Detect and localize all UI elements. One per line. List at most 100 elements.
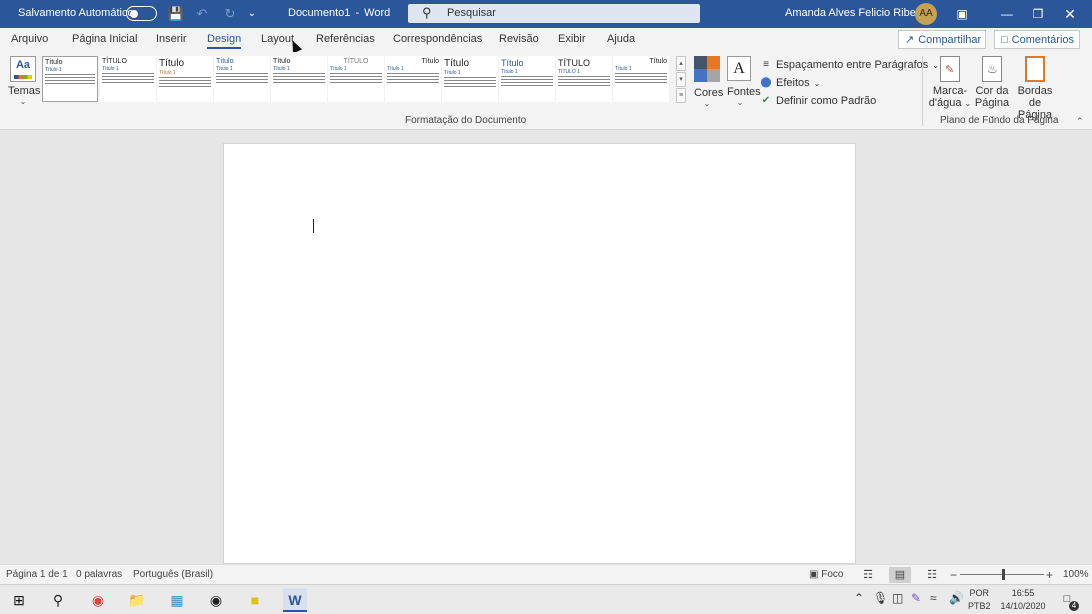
zoom-in-button[interactable]: + — [1046, 568, 1053, 582]
tab-revisao[interactable]: Revisão — [499, 33, 539, 45]
style-set-subtitle: TÍTULO 1 — [558, 69, 580, 75]
tab-referencias[interactable]: Referências — [316, 33, 375, 45]
restore-icon[interactable]: ❐ — [1028, 4, 1048, 24]
pen-icon[interactable]: ✎ — [911, 591, 921, 605]
web-layout-icon[interactable]: ☷ — [921, 567, 943, 583]
status-bar: Página 1 de 1 0 palavras Português (Bras… — [0, 564, 1092, 584]
page-color-button[interactable]: ♨ Cor da Página ⌄ — [970, 56, 1014, 122]
set-as-default-button[interactable]: ✔ Definir como Padrão — [760, 92, 939, 110]
cores-button[interactable]: Cores ⌄ — [694, 56, 723, 108]
read-mode-icon[interactable]: ☶ — [857, 567, 879, 583]
autosave-toggle[interactable] — [126, 6, 157, 21]
style-set-item[interactable]: TÍTULO Título 1 — [100, 56, 156, 102]
watermark-button[interactable]: ✎ Marca-d'água ⌄ — [928, 56, 972, 110]
zoom-slider-thumb[interactable] — [1002, 569, 1005, 580]
share-label: Compartilhar — [918, 33, 982, 46]
battery-icon[interactable]: ◫ — [892, 591, 903, 605]
collapse-ribbon-icon[interactable]: ⌃ — [1076, 116, 1084, 127]
language-status[interactable]: Português (Brasil) — [133, 569, 213, 580]
chevron-up-icon[interactable]: ⌃ — [854, 591, 864, 605]
gallery-down-icon[interactable]: ▾ — [676, 72, 686, 87]
microphone-icon[interactable]: 🎙 — [873, 591, 888, 605]
input-language[interactable]: POR PTB2 — [968, 587, 991, 613]
gallery-up-icon[interactable]: ▴ — [676, 56, 686, 71]
chrome-icon[interactable]: ◉ — [86, 588, 110, 612]
style-set-item[interactable]: Título Título 1 — [42, 56, 98, 102]
ribbon-display-options-icon[interactable]: ▣ — [952, 4, 972, 24]
page-borders-label-1: Bordas — [1017, 85, 1053, 97]
fontes-label: Fontes — [727, 86, 761, 98]
style-set-item[interactable]: Título Título 1 — [271, 56, 327, 102]
windows-start-icon[interactable]: ⊞ — [7, 588, 31, 612]
temas-button[interactable]: Aa Temas ⌄ — [8, 56, 40, 106]
zoom-level[interactable]: 100% — [1063, 569, 1089, 580]
wifi-icon[interactable]: ≈ — [930, 591, 937, 605]
tab-correspondencias[interactable]: Correspondências — [393, 33, 482, 45]
file-explorer-icon[interactable]: 📁 — [125, 588, 149, 612]
word-count[interactable]: 0 palavras — [76, 569, 122, 580]
undo-icon[interactable]: ↶ — [193, 5, 211, 23]
page-borders-button[interactable]: Bordas de Página — [1013, 56, 1057, 121]
format-options: ≡ Espaçamento entre Parágrafos ⌄ ⬤ Efeit… — [760, 56, 939, 110]
paragraph-spacing-button[interactable]: ≡ Espaçamento entre Parágrafos ⌄ — [760, 56, 939, 74]
tab-arquivo[interactable]: Arquivo — [11, 33, 48, 45]
style-set-item[interactable]: Título Título 1 — [385, 56, 441, 102]
search-icon[interactable]: ⚲ — [46, 588, 70, 612]
text-caret — [313, 219, 314, 233]
style-set-item[interactable]: Título Título 1 — [499, 56, 555, 102]
zoom-out-button[interactable]: − — [950, 568, 957, 582]
avatar[interactable]: AA — [915, 3, 937, 25]
style-set-item[interactable]: TÍTULO Título 1 — [328, 56, 384, 102]
search-box[interactable]: ⚲ Pesquisar — [408, 4, 700, 23]
style-set-item[interactable]: Título Título 1 — [214, 56, 270, 102]
style-set-subtitle: Título 1 — [216, 66, 233, 72]
style-set-item[interactable]: Título Título 1 — [613, 56, 669, 102]
autosave-label: Salvamento Automático — [18, 7, 134, 19]
effects-button[interactable]: ⬤ Efeitos ⌄ — [760, 74, 939, 92]
print-layout-icon[interactable]: ▤ — [889, 567, 911, 583]
page-color-label-1: Cor da — [975, 85, 1009, 97]
document-title: Documento1 - Word — [288, 7, 390, 19]
fontes-button[interactable]: A Fontes ⌄ — [727, 56, 761, 107]
effects-icon: ⬤ — [760, 77, 772, 88]
style-set-item[interactable]: Título Título 1 — [442, 56, 498, 102]
redo-icon[interactable]: ↻ — [221, 5, 239, 23]
document-page[interactable] — [223, 143, 856, 564]
title-separator: - — [355, 7, 360, 19]
style-set-subtitle: Título 1 — [102, 66, 119, 72]
tab-design[interactable]: Design — [207, 33, 242, 49]
document-area — [0, 130, 1092, 564]
obs-icon[interactable]: ◉ — [204, 588, 228, 612]
minimize-icon[interactable]: — — [997, 4, 1017, 24]
tab-inserir[interactable]: Inserir — [156, 33, 187, 45]
style-set-subtitle: Título 1 — [273, 66, 290, 72]
watermark-label-1: Marca- — [932, 85, 968, 97]
tab-pagina-inicial[interactable]: Página Inicial — [72, 33, 137, 45]
gallery-more-icon[interactable]: ≡ — [676, 88, 686, 103]
chevron-down-icon: ⌄ — [703, 99, 711, 108]
focus-button[interactable]: ▣ Foco — [809, 569, 843, 580]
style-set-item[interactable]: TÍTULO TÍTULO 1 — [556, 56, 612, 102]
customize-toolbar-icon[interactable]: ⌄ — [243, 5, 261, 23]
word-icon[interactable]: W — [283, 588, 307, 612]
save-icon[interactable]: 💾 — [167, 5, 185, 23]
app-icon[interactable]: ▦ — [165, 588, 189, 612]
page-info[interactable]: Página 1 de 1 — [6, 569, 68, 580]
themes-icon-text: Aa — [15, 59, 31, 71]
user-name[interactable]: Amanda Alves Felicio Ribeiro — [785, 7, 928, 19]
style-set-title: Título — [159, 58, 185, 69]
clock[interactable]: 16:55 14/10/2020 — [998, 587, 1048, 613]
tab-exibir[interactable]: Exibir — [558, 33, 586, 45]
notification-icon[interactable]: □ 4 — [1058, 590, 1079, 611]
style-set-subtitle: Título 1 — [615, 66, 632, 72]
share-button[interactable]: ↗ Compartilhar — [898, 30, 986, 49]
style-set-subtitle: Título 1 — [45, 67, 62, 73]
comments-button[interactable]: □ Comentários — [994, 30, 1080, 49]
tab-ajuda[interactable]: Ajuda — [607, 33, 635, 45]
sticky-notes-icon[interactable]: ■ — [243, 588, 267, 612]
close-icon[interactable]: ✕ — [1060, 4, 1080, 24]
volume-icon[interactable]: 🔊 — [949, 591, 964, 605]
page-color-label-2: Página — [974, 97, 1010, 109]
style-set-title: Título — [444, 58, 470, 69]
style-set-item[interactable]: Título Título 1 — [157, 56, 213, 102]
